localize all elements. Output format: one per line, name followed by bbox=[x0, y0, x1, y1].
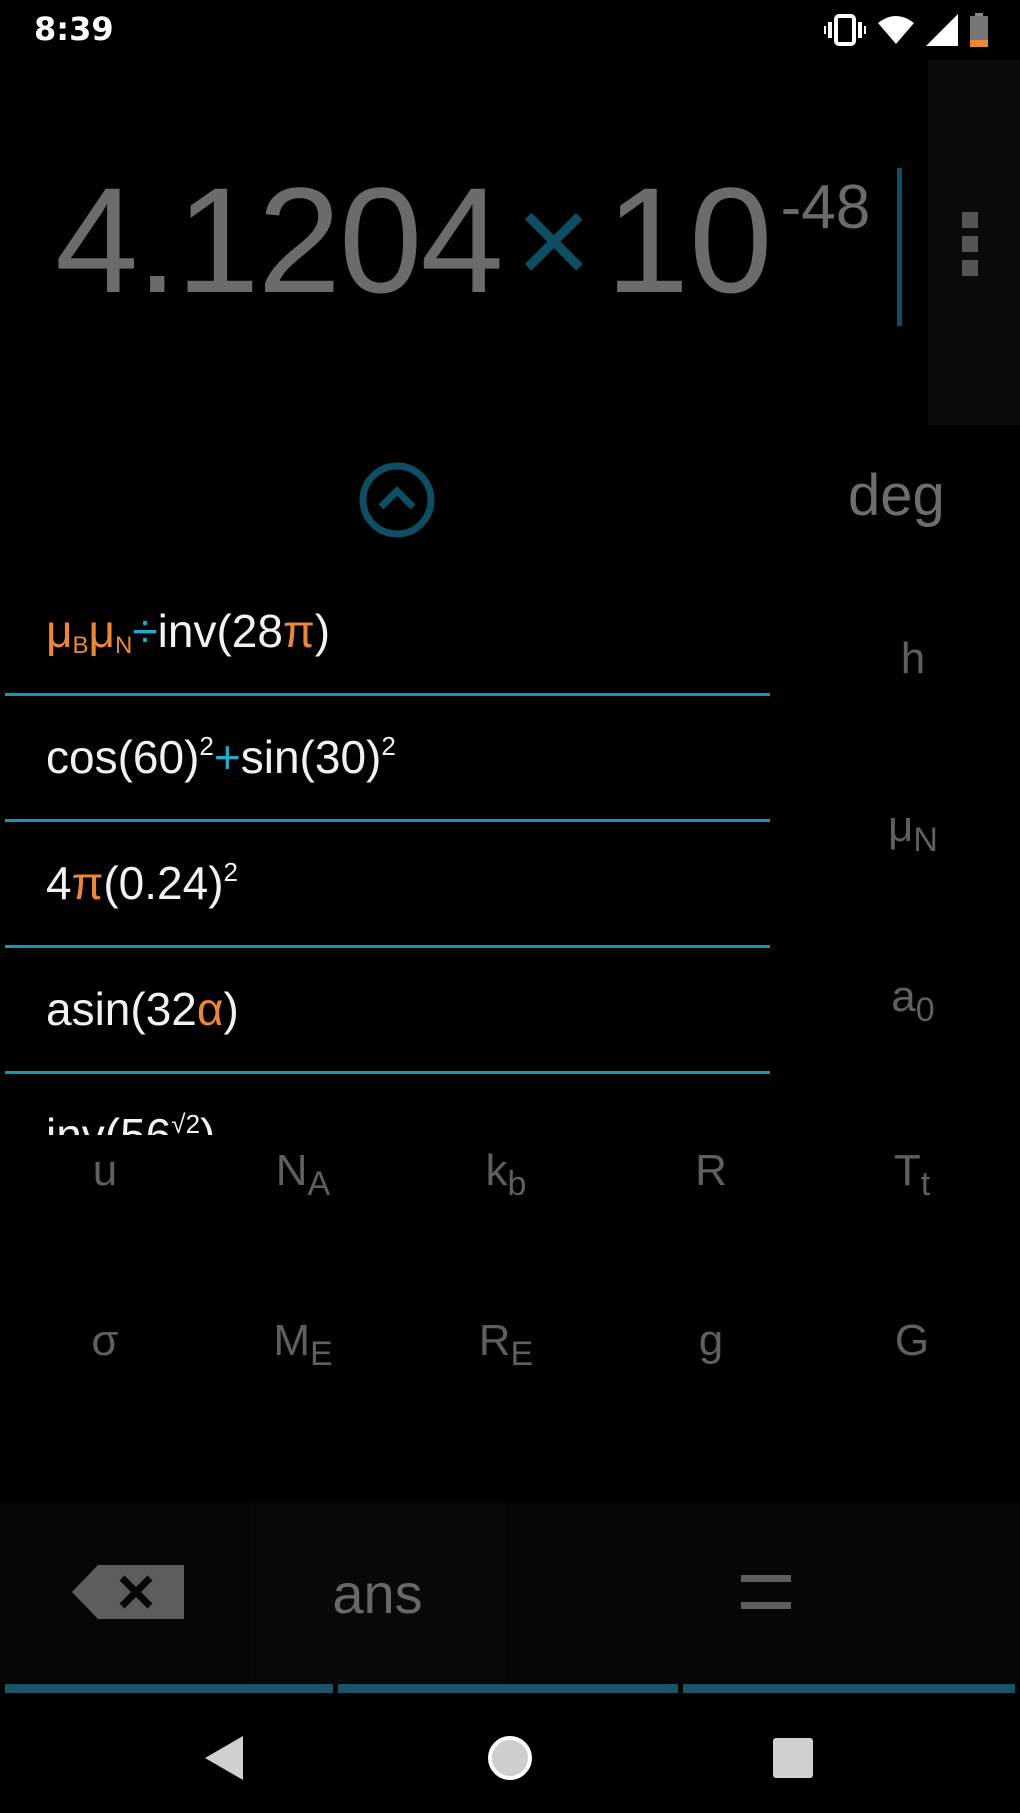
battery-icon bbox=[970, 13, 988, 47]
text-cursor bbox=[897, 168, 902, 326]
ans-label: ans bbox=[332, 1562, 423, 1625]
result-display[interactable]: 4.1204 × 10 -48 bbox=[55, 165, 870, 315]
result-base: 10 bbox=[605, 156, 773, 324]
recents-square-icon[interactable] bbox=[773, 1738, 813, 1778]
vibrate-icon bbox=[824, 14, 866, 46]
constant-key[interactable]: Tt bbox=[894, 1146, 930, 1204]
signal-icon bbox=[926, 14, 958, 46]
more-vert-icon[interactable] bbox=[962, 212, 984, 276]
result-times-sign: × bbox=[515, 167, 592, 313]
constant-key[interactable]: ME bbox=[273, 1316, 332, 1374]
history-expression: 4π(0.24)2 bbox=[46, 857, 238, 909]
history-expression: cos(60)2+sin(30)2 bbox=[46, 731, 396, 783]
tab-indicator bbox=[5, 1684, 333, 1693]
status-icons bbox=[824, 12, 988, 48]
history-expression: asin(32α) bbox=[46, 983, 239, 1035]
history-item[interactable]: inv(56√2) bbox=[0, 1074, 770, 1135]
home-circle-icon[interactable] bbox=[486, 1734, 534, 1782]
constant-key[interactable]: σ bbox=[91, 1316, 118, 1374]
history-item[interactable]: cos(60)2+sin(30)2 bbox=[0, 696, 770, 822]
wifi-icon bbox=[878, 16, 914, 44]
constant-key[interactable]: NA bbox=[276, 1146, 330, 1204]
result-mantissa: 4.1204 bbox=[55, 156, 504, 324]
back-triangle-icon[interactable] bbox=[205, 1736, 245, 1780]
backspace-button[interactable] bbox=[0, 1503, 250, 1683]
bottom-key-row: ans bbox=[0, 1503, 1020, 1683]
history-item[interactable]: μBμN÷inv(28π) bbox=[0, 570, 770, 696]
constant-key[interactable]: R bbox=[695, 1146, 727, 1204]
constant-key[interactable]: μN bbox=[888, 802, 938, 860]
ans-button[interactable]: ans bbox=[250, 1503, 505, 1683]
equals-icon bbox=[741, 1575, 791, 1609]
constant-key[interactable]: kb bbox=[486, 1146, 527, 1204]
history-expression: μBμN÷inv(28π) bbox=[46, 605, 331, 659]
equals-button[interactable] bbox=[505, 1503, 1020, 1683]
history-item[interactable]: 4π(0.24)2 bbox=[0, 822, 770, 948]
constant-key[interactable]: h bbox=[901, 634, 925, 692]
constant-key[interactable]: a0 bbox=[891, 972, 934, 1030]
chevron-up-circle-icon[interactable] bbox=[357, 460, 437, 540]
result-exponent: -48 bbox=[780, 173, 871, 242]
constant-key[interactable]: RE bbox=[479, 1316, 533, 1374]
angle-mode-button[interactable]: deg bbox=[848, 462, 945, 529]
tab-indicator bbox=[683, 1684, 1015, 1693]
status-bar: 8:39 bbox=[0, 0, 1020, 60]
constant-key[interactable]: G bbox=[895, 1316, 929, 1374]
history-panel: μBμN÷inv(28π) cos(60)2+sin(30)2 4π(0.24)… bbox=[0, 570, 770, 1135]
constant-key[interactable]: u bbox=[93, 1146, 117, 1204]
tab-indicator bbox=[338, 1684, 678, 1693]
navigation-bar bbox=[0, 1700, 1020, 1813]
history-item[interactable]: asin(32α) bbox=[0, 948, 770, 1074]
constant-key[interactable]: g bbox=[699, 1316, 723, 1374]
backspace-icon bbox=[72, 1565, 184, 1619]
history-expression: inv(56√2) bbox=[46, 1109, 216, 1135]
status-time: 8:39 bbox=[34, 10, 114, 48]
